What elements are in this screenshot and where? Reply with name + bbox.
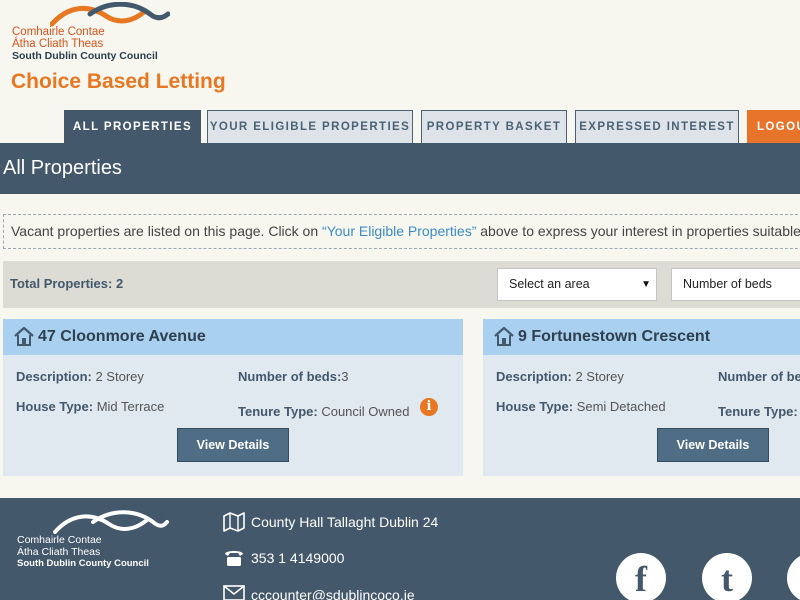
beds-label: Number of beds: [238,369,342,384]
filter-bar: Total Properties: 2 Select an area ▼ Num… [3,261,800,308]
header: Comhairle Contae Átha Cliath Theas South… [0,0,800,143]
view-details-button[interactable]: View Details [657,428,769,462]
property-title: 47 Cloonmore Avenue [38,328,206,345]
house-type-label: House Type: [496,399,574,414]
mail-icon [223,585,245,600]
logout-button[interactable]: LOGOUT [747,110,800,143]
description-value: 2 Storey [95,369,144,384]
address-text: County Hall Tallaght Dublin 24 [251,514,439,530]
logo-wave-icon [53,510,169,534]
tenure-field: Tenure Type: [718,404,798,419]
logo-wave-icon [50,2,170,27]
tenure-label: Tenure Type: [718,404,798,419]
description-value: 2 Storey [575,369,624,384]
twitter-icon[interactable]: t [702,553,752,600]
notice-text-before: Vacant properties are listed on this pag… [11,223,323,239]
info-icon[interactable]: i [420,398,438,416]
house-type-label: House Type: [16,399,94,414]
logo-line-irish-1: Comhairle Contae [12,26,105,38]
site-title: Choice Based Letting [11,70,226,93]
property-card-header: 9 Fortunestown Crescent [483,319,800,355]
house-type-value: Semi Detached [576,399,666,414]
home-icon [494,326,514,346]
description-field: Description: 2 Storey [496,369,624,384]
facebook-icon[interactable]: f [616,553,666,600]
property-card: 9 Fortunestown Crescent Description: 2 S… [483,319,800,476]
house-type-field: House Type: Semi Detached [496,399,666,414]
logo-line-english: South Dublin County Council [12,50,158,62]
description-label: Description: [16,369,92,384]
beds-value: 3 [341,369,349,384]
council-logo[interactable]: Comhairle Contae Átha Cliath Theas South… [12,2,172,62]
tenure-value: Council Owned [321,404,410,419]
description-label: Description: [496,369,572,384]
beds-field: Number of beds:3 [238,369,349,384]
house-type-value: Mid Terrace [96,399,165,414]
map-icon [223,512,245,532]
view-details-button[interactable]: View Details [177,428,289,462]
beds-field: Number of beds: [718,369,800,384]
dropdown-arrow-icon: ▼ [641,279,651,290]
area-select[interactable]: Select an area ▼ [497,268,657,301]
description-field: Description: 2 Storey [16,369,144,384]
email-text[interactable]: cccounter@sdublincoco.ie [251,587,415,600]
page-title-bar: All Properties [0,143,800,194]
house-type-field: House Type: Mid Terrace [16,399,164,414]
page-title: All Properties [3,157,122,179]
tenure-field: Tenure Type: Council Owned [238,404,409,419]
beds-label: Number of beds: [718,369,800,384]
tab-all-properties[interactable]: ALL PROPERTIES [64,110,201,143]
property-card: 47 Cloonmore Avenue Description: 2 Store… [3,319,463,476]
tenure-label: Tenure Type: [238,404,318,419]
tab-property-basket[interactable]: PROPERTY BASKET [421,110,567,143]
property-title: 9 Fortunestown Crescent [518,328,711,345]
area-select-value: Select an area [509,277,590,291]
footer-logo-line-english: South Dublin County Council [17,558,149,569]
phone-text: 353 1 4149000 [251,550,345,566]
your-eligible-properties-link[interactable]: “Your Eligible Properties” [322,223,476,239]
logo-line-irish-2: Átha Cliath Theas [12,38,104,50]
beds-select[interactable]: Number of beds [671,268,800,301]
social-icon[interactable] [787,553,800,600]
phone-icon [225,551,243,566]
footer-logo-line-irish-2: Átha Cliath Theas [17,546,101,558]
property-card-header: 47 Cloonmore Avenue [3,319,463,355]
info-notice: Vacant properties are listed on this pag… [3,214,800,249]
footer: Comhairle Contae Átha Cliath Theas South… [0,498,800,600]
beds-select-value: Number of beds [683,277,772,291]
home-icon [14,326,34,346]
total-properties: Total Properties: 2 [10,276,124,291]
tab-expressed-interest[interactable]: EXPRESSED INTEREST [575,110,739,143]
footer-logo-line-irish-1: Comhairle Contae [17,534,102,546]
notice-text-after: above to express your interest in proper… [480,223,800,239]
tab-your-eligible-properties[interactable]: YOUR ELIGIBLE PROPERTIES [207,110,413,143]
